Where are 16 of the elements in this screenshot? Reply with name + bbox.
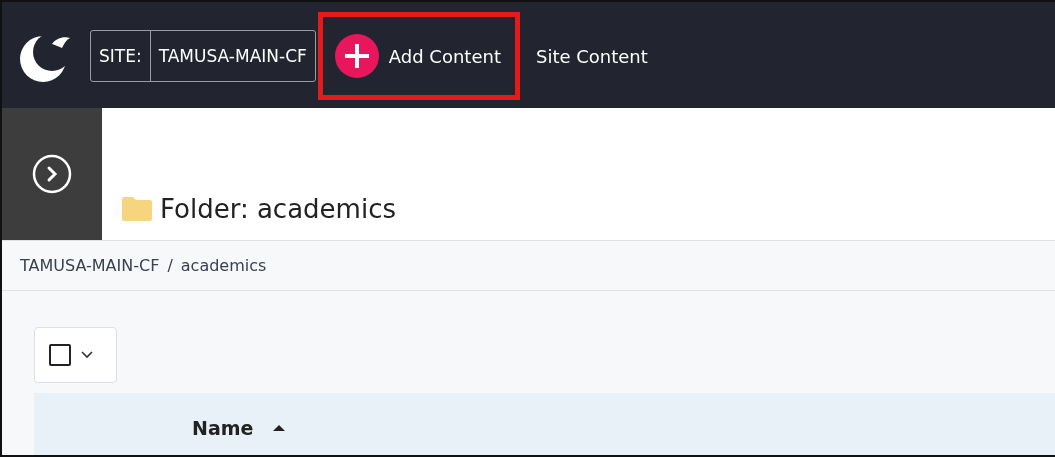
select-all-dropdown[interactable]: [34, 327, 117, 383]
breadcrumb-separator: /: [167, 256, 173, 275]
page-title: Folder: academics: [160, 194, 396, 224]
caret-icon: [81, 351, 93, 359]
checkbox[interactable]: [49, 344, 71, 366]
folder-icon: [122, 197, 152, 221]
site-switcher[interactable]: SITE: TAMUSA-MAIN-CF: [90, 30, 316, 82]
nav-link[interactable]: Site Content: [519, 12, 662, 100]
plus-icon: [334, 34, 379, 78]
add-content-button[interactable]: Add Content: [317, 12, 520, 100]
site-label: SITE:: [91, 31, 151, 81]
column-header[interactable]: Name: [192, 417, 286, 439]
breadcrumb-link[interactable]: TAMUSA-MAIN-CF: [20, 256, 160, 275]
site-name: TAMUSA-MAIN-CF: [157, 45, 308, 68]
breadcrumb-link[interactable]: academics: [180, 256, 267, 275]
expand-icon[interactable]: [32, 154, 72, 194]
